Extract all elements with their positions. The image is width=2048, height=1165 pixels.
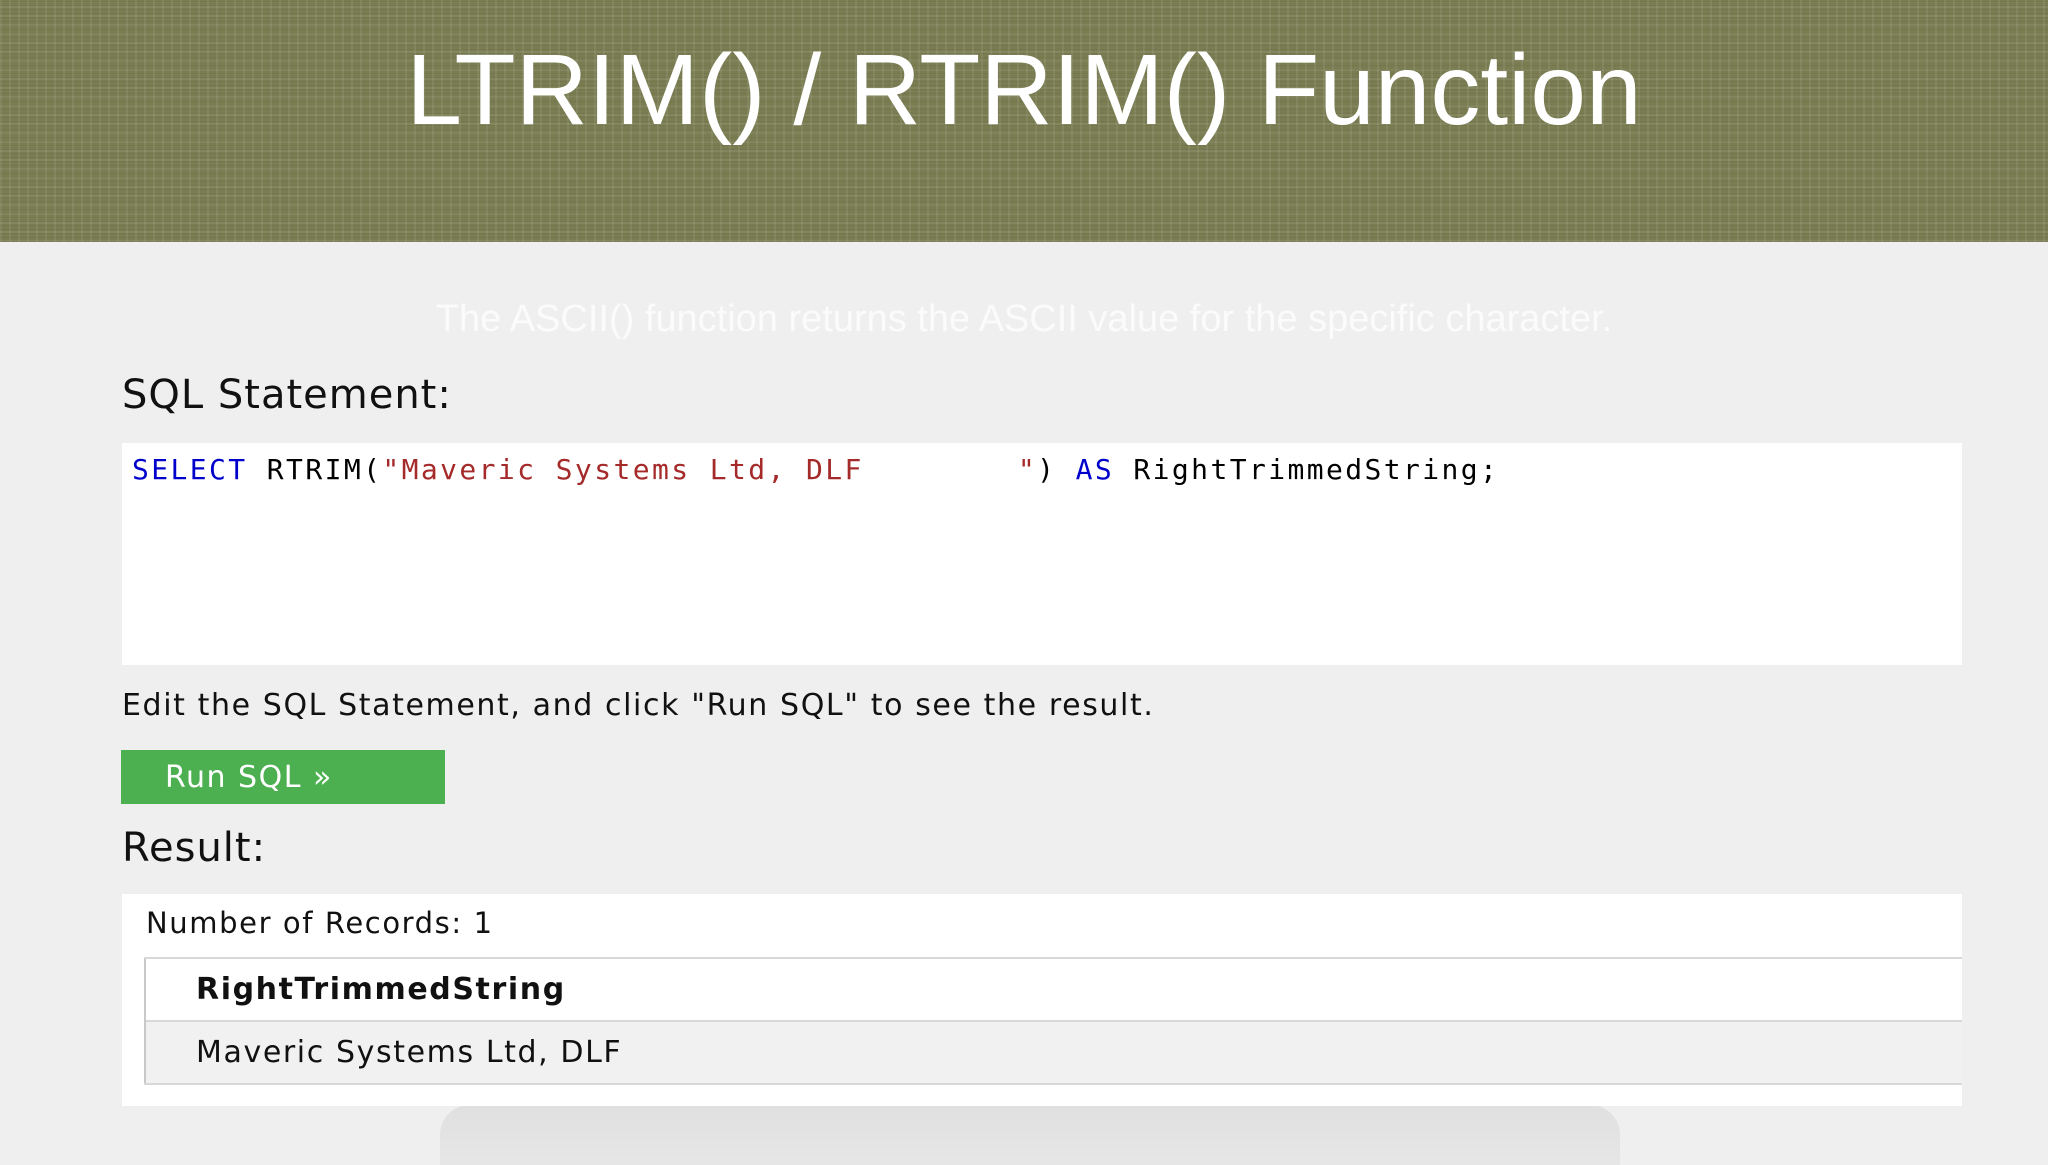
instructions-text: Edit the SQL Statement, and click "Run S… xyxy=(122,688,1155,723)
table-row: Maveric Systems Ltd, DLF xyxy=(144,1020,1962,1085)
table-header-row: RightTrimmedString xyxy=(144,957,1962,1021)
sql-keyword-select: SELECT xyxy=(132,453,248,486)
sql-statement-label: SQL Statement: xyxy=(122,372,452,418)
slide-title: LTRIM() / RTRIM() Function xyxy=(406,34,1642,146)
sql-alias: RightTrimmedString; xyxy=(1114,453,1500,486)
sql-function-close: ) xyxy=(1037,453,1076,486)
result-label: Result: xyxy=(122,825,267,871)
result-panel: Number of Records: 1 RightTrimmedString … xyxy=(122,894,1962,1106)
faded-description: The ASCII() function returns the ASCII v… xyxy=(435,298,1613,340)
sql-editor[interactable]: SELECT RTRIM("Maveric Systems Ltd, DLF "… xyxy=(122,443,1962,665)
sql-keyword-as: AS xyxy=(1075,453,1115,486)
sql-function-open: RTRIM( xyxy=(247,453,383,486)
run-sql-button[interactable]: Run SQL » xyxy=(121,750,445,804)
table-cell: Maveric Systems Ltd, DLF xyxy=(144,1020,1962,1085)
slide-header: LTRIM() / RTRIM() Function xyxy=(0,0,2048,242)
sql-string-literal: "Maveric Systems Ltd, DLF " xyxy=(382,453,1038,486)
record-count: Number of Records: 1 xyxy=(146,906,494,940)
background-decoration xyxy=(440,1105,1620,1165)
result-table: RightTrimmedString Maveric Systems Ltd, … xyxy=(144,957,1962,1085)
column-header: RightTrimmedString xyxy=(144,957,1962,1021)
